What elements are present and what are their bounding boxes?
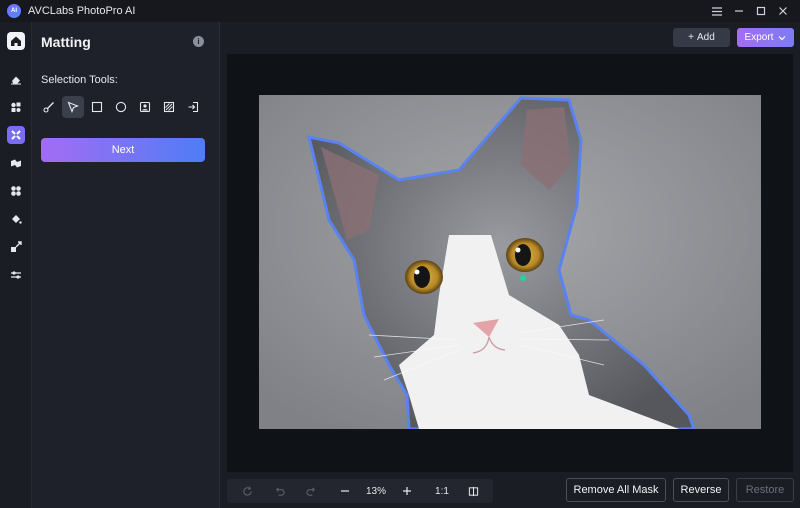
eraser-icon[interactable] — [7, 70, 25, 88]
maximize-icon[interactable] — [750, 0, 772, 22]
portrait-select-icon[interactable] — [134, 96, 156, 118]
zoom-toolbar: 13% 1:1 — [227, 479, 493, 503]
undo-icon[interactable] — [269, 479, 289, 503]
replace-icon[interactable] — [7, 98, 25, 116]
matting-panel: Matting i Selection Tools: Next — [32, 22, 220, 508]
add-label: Add — [697, 32, 715, 43]
selection-tools-label: Selection Tools: — [41, 74, 118, 86]
add-button[interactable]: + Add — [673, 28, 730, 47]
chevron-down-icon — [779, 35, 786, 40]
resize-icon[interactable] — [7, 238, 25, 256]
plus-icon: + — [688, 32, 695, 43]
tool-rail — [0, 22, 32, 508]
refresh-icon[interactable] — [237, 479, 257, 503]
hatch-select-icon[interactable] — [158, 96, 180, 118]
fill-icon[interactable] — [7, 210, 25, 228]
enhance-icon[interactable] — [7, 154, 25, 172]
cat-illustration — [259, 95, 761, 429]
zoom-out-icon[interactable] — [335, 479, 355, 503]
minimize-icon[interactable] — [728, 0, 750, 22]
zoom-level: 13% — [365, 485, 386, 497]
app-logo: AI — [7, 4, 21, 18]
import-mask-icon[interactable] — [182, 96, 204, 118]
remove-all-mask-button[interactable]: Remove All Mask — [566, 478, 666, 502]
reverse-button[interactable]: Reverse — [673, 478, 729, 502]
ellipse-select-icon[interactable] — [110, 96, 132, 118]
panel-title: Matting — [41, 34, 91, 50]
adjust-icon[interactable] — [7, 266, 25, 284]
rectangle-select-icon[interactable] — [86, 96, 108, 118]
smart-select-icon[interactable] — [62, 96, 84, 118]
export-button[interactable]: Export — [737, 28, 794, 47]
app-title: AVCLabs PhotoPro AI — [28, 5, 136, 17]
workspace-toolbar: + Add Export — [220, 22, 800, 52]
image-canvas[interactable] — [227, 54, 793, 472]
zoom-in-icon[interactable] — [397, 479, 417, 503]
menu-icon[interactable] — [706, 0, 728, 22]
fan-icon[interactable] — [7, 182, 25, 200]
cat-photo[interactable] — [259, 95, 761, 429]
matting-icon[interactable] — [7, 126, 25, 144]
selection-tools — [38, 96, 204, 118]
redo-icon[interactable] — [301, 479, 321, 503]
actual-size-button[interactable]: 1:1 — [430, 479, 454, 503]
compare-icon[interactable] — [463, 479, 483, 503]
home-icon[interactable] — [7, 32, 25, 50]
workspace: + Add Export 13% 1:1 Remove All Mask Rev… — [220, 22, 800, 508]
title-bar: AI AVCLabs PhotoPro AI — [0, 0, 800, 22]
window-controls — [706, 0, 794, 22]
restore-button[interactable]: Restore — [736, 478, 794, 502]
brush-tool-icon[interactable] — [38, 96, 60, 118]
app-logo-text: AI — [11, 8, 17, 14]
info-icon[interactable]: i — [193, 36, 204, 47]
close-icon[interactable] — [772, 0, 794, 22]
export-label: Export — [744, 32, 774, 43]
next-button[interactable]: Next — [41, 138, 205, 162]
